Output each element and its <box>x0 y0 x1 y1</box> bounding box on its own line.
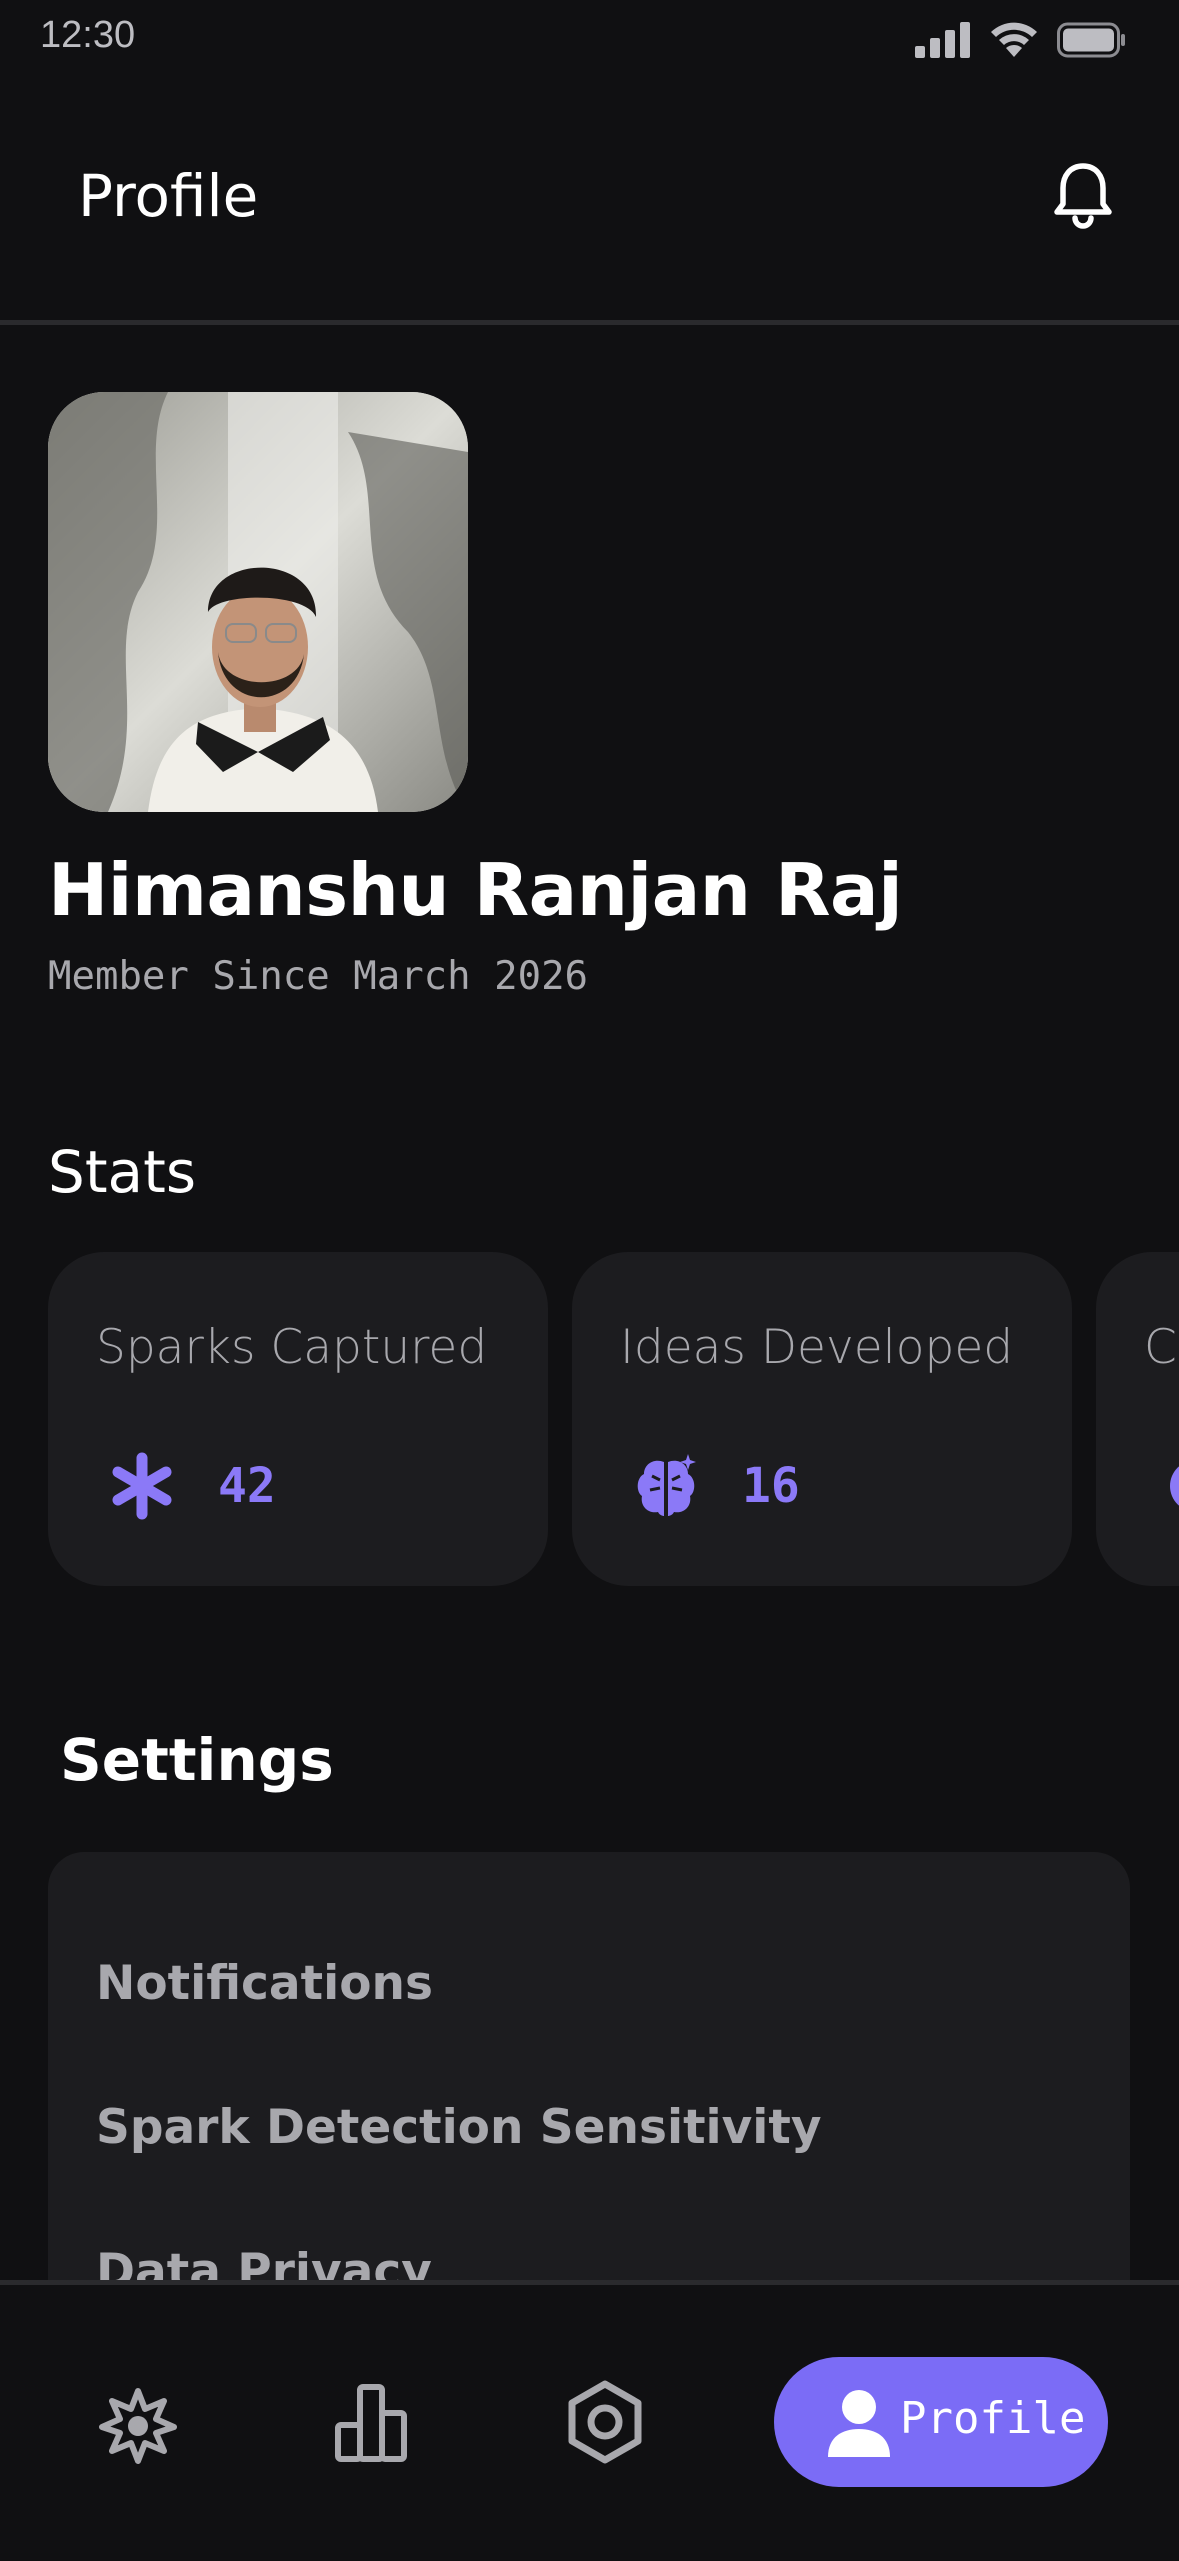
nav-spark[interactable] <box>96 2383 180 2467</box>
bottom-nav: Profile <box>0 2280 1179 2561</box>
settings-panel: Notifications Spark Detection Sensitivit… <box>48 1852 1130 2282</box>
bell-icon[interactable] <box>1050 160 1116 230</box>
stat-value: 42 <box>218 1458 276 1514</box>
stats-title: Stats <box>48 1138 197 1206</box>
stat-label: Sparks Captured <box>96 1320 488 1375</box>
brain-icon <box>637 1454 696 1516</box>
stat-label: Ideas Developed <box>620 1320 1014 1375</box>
circle-icon <box>1170 1466 1179 1506</box>
signal-icon <box>915 22 970 58</box>
setting-notifications[interactable]: Notifications <box>96 1956 433 2011</box>
status-icons <box>915 18 1127 62</box>
stat-card-sparks[interactable]: Sparks Captured 42 <box>48 1252 548 1586</box>
settings-title: Settings <box>60 1726 334 1794</box>
status-bar: 12:30 <box>0 0 1179 80</box>
nav-profile[interactable]: Profile <box>774 2357 1108 2487</box>
stat-card-ideas[interactable]: Ideas Developed 16 <box>572 1252 1072 1586</box>
page-title: Profile <box>78 162 259 230</box>
user-name: Himanshu Ranjan Raj <box>48 848 903 932</box>
member-since: Member Since March 2026 <box>48 954 589 999</box>
settings-icon <box>568 2380 642 2464</box>
stat-card-partial[interactable]: C <box>1096 1252 1179 1586</box>
wifi-icon <box>991 22 1037 57</box>
battery-icon <box>1057 22 1125 58</box>
setting-spark-sensitivity[interactable]: Spark Detection Sensitivity <box>96 2100 822 2155</box>
stats-carousel[interactable]: Sparks Captured 42 Ideas Developed 16 C <box>48 1252 1179 1586</box>
spark-icon <box>99 2388 177 2464</box>
avatar <box>48 392 468 812</box>
status-time: 12:30 <box>40 14 136 56</box>
setting-data-privacy[interactable]: Data Privacy <box>96 2244 432 2282</box>
nav-stats[interactable] <box>330 2381 410 2465</box>
chart-icon <box>335 2384 407 2462</box>
stat-value: 16 <box>742 1458 800 1514</box>
nav-settings[interactable] <box>562 2379 648 2465</box>
stat-label: C <box>1144 1320 1177 1375</box>
user-icon <box>828 2390 890 2457</box>
header: Profile <box>0 80 1179 320</box>
sparkle-icon <box>112 1452 172 1520</box>
nav-profile-label: Profile <box>900 2393 1086 2444</box>
avatar-photo <box>48 392 468 812</box>
header-divider <box>0 320 1179 325</box>
